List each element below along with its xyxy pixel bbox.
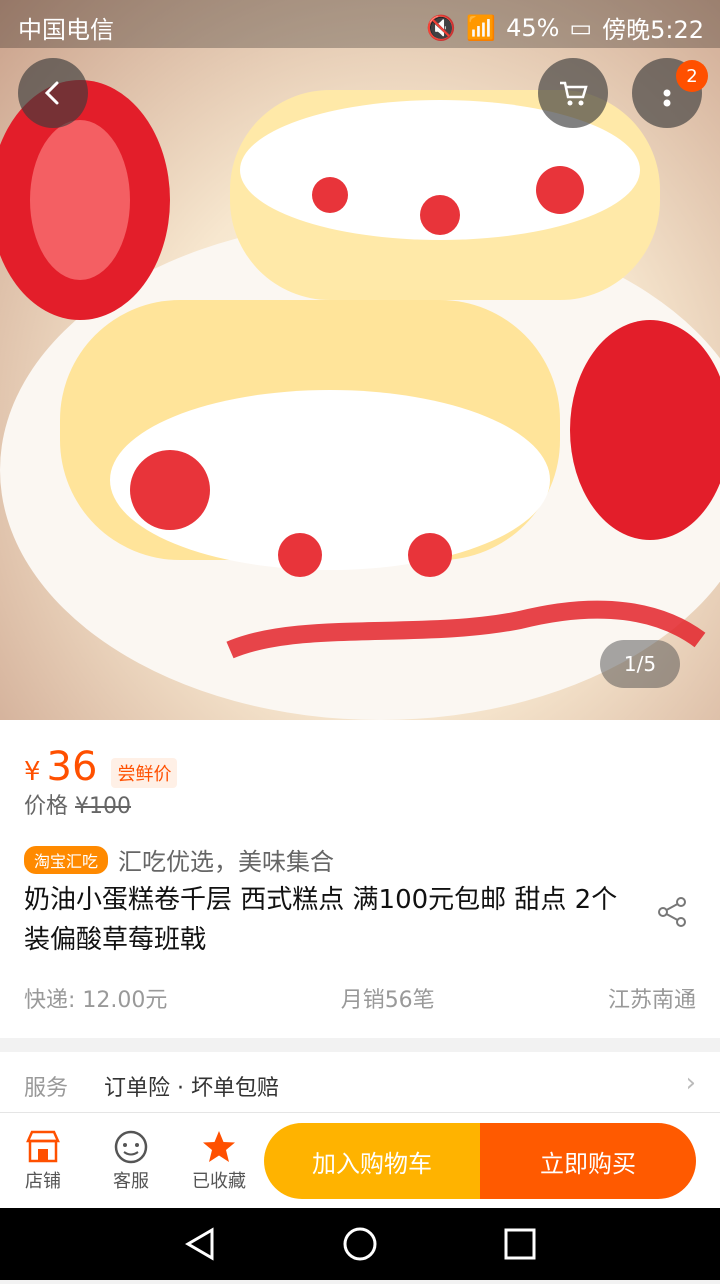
service-label: 服务 bbox=[24, 1076, 69, 1101]
image-pager: 1/5 bbox=[600, 640, 680, 688]
nav-back-icon[interactable] bbox=[185, 1227, 214, 1261]
product-info: ¥ 36 尝鲜价 价格 ¥100 淘宝汇吃 汇吃优选，美味集合 奶油小蛋糕卷千层… bbox=[0, 720, 720, 1038]
time-text: 傍晚5:22 bbox=[602, 16, 704, 44]
ship-location: 江苏南通 bbox=[607, 988, 696, 1013]
shop-icon bbox=[26, 1130, 60, 1163]
service-value: 订单险 · 坏单包赔 bbox=[104, 1076, 279, 1101]
back-button[interactable] bbox=[18, 58, 88, 128]
favorite-button[interactable]: 已收藏 bbox=[184, 1127, 254, 1193]
cart-button[interactable] bbox=[538, 58, 608, 128]
star-icon bbox=[203, 1131, 235, 1162]
cart-icon bbox=[560, 81, 588, 106]
system-nav-icons bbox=[185, 1227, 536, 1261]
cta-group: 加入购物车 立即购买 bbox=[264, 1123, 696, 1199]
add-to-cart-button[interactable]: 加入购物车 bbox=[264, 1123, 480, 1199]
support-button[interactable]: 客服 bbox=[96, 1127, 166, 1193]
original-price-label: 价格 bbox=[24, 794, 69, 819]
buy-now-button[interactable]: 立即购买 bbox=[480, 1123, 696, 1199]
original-price-value: ¥100 bbox=[75, 794, 132, 819]
nav-home-icon[interactable] bbox=[343, 1227, 377, 1261]
original-price: 价格 ¥100 bbox=[24, 788, 131, 820]
shop-label: 店铺 bbox=[25, 1171, 61, 1192]
carrier-label: 中国电信 bbox=[18, 16, 114, 44]
price-value: 36 bbox=[46, 744, 98, 790]
shipping-fee: 快递: 12.00元 bbox=[24, 988, 168, 1013]
wifi-icon: 📶 bbox=[466, 13, 497, 42]
service-row[interactable]: 服务 订单险 · 坏单包赔 › bbox=[0, 1052, 720, 1112]
price-tag: 尝鲜价 bbox=[111, 758, 178, 788]
product-title: 奶油小蛋糕卷千层 西式糕点 满100元包邮 甜点 2个装偏酸草莓班戟 bbox=[24, 885, 618, 955]
back-icon bbox=[44, 81, 59, 105]
chevron-right-icon: › bbox=[685, 1068, 696, 1098]
status-bar: 中国电信 🔇 📶 45% ▭ 傍晚5:22 bbox=[0, 0, 720, 48]
favorite-label: 已收藏 bbox=[192, 1171, 246, 1192]
shop-tagline: 淘宝汇吃 汇吃优选，美味集合 bbox=[24, 842, 334, 877]
nav-recents-icon[interactable] bbox=[504, 1228, 536, 1260]
system-nav-bar bbox=[0, 1208, 720, 1280]
shop-tag[interactable]: 淘宝汇吃 bbox=[24, 845, 109, 874]
cart-count-badge: 2 bbox=[676, 60, 708, 92]
monthly-sales: 月销56笔 bbox=[340, 988, 435, 1013]
battery-text: 45% bbox=[506, 13, 560, 42]
product-meta: 快递: 12.00元 月销56笔 江苏南通 bbox=[24, 982, 696, 1014]
support-label: 客服 bbox=[113, 1171, 149, 1192]
share-icon[interactable] bbox=[654, 894, 690, 930]
mute-icon: 🔇 bbox=[426, 13, 457, 42]
action-bar: 店铺 客服 已收藏 加入购物车 立即购买 bbox=[0, 1112, 720, 1209]
more-icon bbox=[663, 89, 671, 107]
slogan-text: 汇吃优选，美味集合 bbox=[118, 848, 335, 876]
currency-symbol: ¥ bbox=[24, 757, 41, 787]
customer-service-icon bbox=[114, 1130, 148, 1164]
shop-button[interactable]: 店铺 bbox=[8, 1127, 78, 1193]
product-image[interactable]: 中国电信 🔇 📶 45% ▭ 傍晚5:22 2 1/5 bbox=[0, 0, 720, 720]
battery-icon: ▭ bbox=[569, 13, 593, 42]
price-row: ¥ 36 尝鲜价 bbox=[24, 744, 178, 790]
product-photo bbox=[0, 80, 720, 720]
